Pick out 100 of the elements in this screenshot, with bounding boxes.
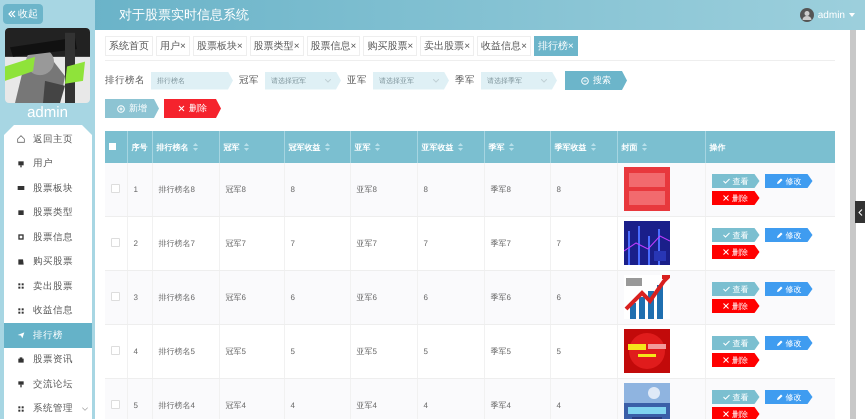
sidebar-item[interactable]: 股票资讯 bbox=[4, 348, 92, 372]
table-cell: 亚军7 bbox=[356, 239, 377, 248]
view-button[interactable]: 查看 bbox=[712, 228, 760, 242]
tab[interactable]: 排行榜× bbox=[534, 36, 578, 56]
edit-button[interactable]: 修改 bbox=[764, 228, 812, 242]
table-cell: 季军6 bbox=[490, 293, 511, 302]
sidebar-item[interactable]: 卖出股票 bbox=[4, 274, 92, 298]
sidebar-item[interactable]: 购买股票 bbox=[4, 250, 92, 274]
column-header: 操作 bbox=[710, 142, 726, 152]
table-cell: 6 bbox=[290, 293, 295, 302]
sort-icon[interactable] bbox=[458, 143, 462, 151]
sidebar-item[interactable]: 收益信息 bbox=[4, 298, 92, 323]
app-title: 对于股票实时信息系统 bbox=[119, 6, 249, 24]
briefcase-icon bbox=[17, 356, 25, 364]
grid-icon bbox=[17, 404, 25, 413]
sidebar-item[interactable]: 股票板块 bbox=[4, 176, 92, 200]
table-cell: 5 bbox=[134, 401, 138, 410]
double-chevron-icon bbox=[8, 10, 16, 18]
row-checkbox[interactable] bbox=[111, 292, 120, 301]
column-header: 季军 bbox=[488, 142, 504, 152]
edit-button[interactable]: 修改 bbox=[764, 282, 812, 296]
column-header: 冠军 bbox=[224, 142, 240, 152]
table-cell: 亚军4 bbox=[356, 401, 377, 410]
close-icon bbox=[723, 195, 729, 201]
field-label: 冠军 bbox=[239, 74, 259, 87]
edit-button[interactable]: 修改 bbox=[764, 174, 812, 188]
table-cell: 季军4 bbox=[490, 401, 511, 410]
sort-icon[interactable] bbox=[324, 143, 330, 151]
column-header: 季军收益 bbox=[554, 142, 586, 152]
table-cell: 4 bbox=[290, 401, 295, 410]
row-checkbox[interactable] bbox=[111, 400, 120, 409]
table-cell: 季军8 bbox=[490, 185, 511, 194]
check-icon bbox=[722, 232, 730, 238]
delete-button[interactable]: 删除 bbox=[712, 191, 760, 205]
table-cell: 5 bbox=[424, 347, 428, 356]
table-cell: 7 bbox=[424, 239, 428, 248]
field-label: 季军 bbox=[455, 74, 475, 87]
view-button[interactable]: 查看 bbox=[712, 390, 760, 404]
view-button[interactable]: 查看 bbox=[712, 336, 760, 350]
close-icon bbox=[723, 357, 729, 363]
tab[interactable]: 系统首页 bbox=[105, 36, 153, 56]
sidebar-item[interactable]: 用户 bbox=[4, 152, 92, 176]
scrollbar[interactable] bbox=[850, 30, 856, 419]
monitor-icon bbox=[17, 380, 25, 388]
table-cell: 排行榜名4 bbox=[158, 401, 195, 410]
table-cell: 季军7 bbox=[490, 239, 511, 248]
delete-button[interactable]: 删除 bbox=[712, 407, 760, 419]
sort-icon[interactable] bbox=[508, 143, 514, 151]
sort-icon[interactable] bbox=[590, 143, 596, 151]
row-checkbox[interactable] bbox=[111, 184, 120, 193]
tab[interactable]: 收益信息× bbox=[477, 36, 531, 56]
delete-button[interactable]: 删除 bbox=[712, 353, 760, 367]
row-checkbox[interactable] bbox=[111, 238, 120, 247]
caret-icon[interactable] bbox=[849, 13, 855, 17]
tab[interactable]: 股票板块× bbox=[192, 36, 247, 56]
delete-button[interactable]: 删除 bbox=[712, 299, 760, 313]
tab[interactable]: 股票类型× bbox=[250, 36, 304, 56]
delete-button[interactable]: 删除 bbox=[712, 245, 760, 259]
pencil-icon bbox=[776, 394, 782, 400]
edit-button[interactable]: 修改 bbox=[764, 390, 812, 404]
table-cell: 6 bbox=[556, 293, 561, 302]
collapse-button[interactable]: 收起 bbox=[3, 4, 43, 24]
sort-icon[interactable] bbox=[192, 143, 198, 151]
sidebar-item[interactable]: 股票类型 bbox=[4, 200, 92, 225]
tab[interactable]: 用户× bbox=[156, 36, 190, 56]
sidebar-item[interactable]: 股票信息 bbox=[4, 225, 92, 250]
row-checkbox[interactable] bbox=[111, 346, 120, 355]
avatar-icon bbox=[800, 8, 814, 22]
check-icon bbox=[722, 286, 730, 292]
user-name: admin bbox=[26, 104, 69, 121]
select-all-checkbox[interactable] bbox=[109, 143, 116, 150]
column-header: 亚军 bbox=[354, 142, 370, 152]
tab[interactable]: 购买股票× bbox=[363, 36, 418, 56]
check-icon bbox=[722, 394, 730, 400]
view-button[interactable]: 查看 bbox=[712, 174, 760, 188]
sort-icon[interactable] bbox=[374, 143, 380, 151]
view-button[interactable]: 查看 bbox=[712, 282, 760, 296]
table-cell: 3 bbox=[134, 293, 138, 302]
tab[interactable]: 股票信息× bbox=[306, 36, 360, 56]
table-cell: 排行榜名7 bbox=[158, 239, 195, 248]
table-cell: 5 bbox=[556, 347, 561, 356]
sidebar-item[interactable]: 排行榜 bbox=[4, 323, 92, 348]
column-header: 序号 bbox=[132, 142, 148, 152]
field-label: 排行榜名 bbox=[105, 74, 145, 87]
sidebar-item[interactable]: 系统管理 bbox=[4, 396, 92, 419]
side-toggle-button[interactable] bbox=[855, 201, 865, 223]
send-icon bbox=[17, 331, 25, 340]
edit-button[interactable]: 修改 bbox=[764, 336, 812, 350]
square-icon bbox=[17, 233, 25, 242]
sidebar-item[interactable]: 交流论坛 bbox=[4, 372, 92, 396]
column-header: 封面 bbox=[622, 142, 638, 152]
table-cell: 冠军4 bbox=[226, 401, 246, 410]
sort-icon[interactable] bbox=[642, 143, 646, 151]
table-cell: 2 bbox=[134, 239, 138, 248]
search-button[interactable]: 搜索 bbox=[565, 71, 627, 90]
close-icon bbox=[723, 411, 729, 417]
sidebar-item[interactable]: 返回主页 bbox=[4, 127, 92, 152]
tab[interactable]: 卖出股票× bbox=[420, 36, 474, 56]
delete-button[interactable]: 删除 bbox=[164, 99, 221, 118]
sort-icon[interactable] bbox=[244, 143, 248, 151]
